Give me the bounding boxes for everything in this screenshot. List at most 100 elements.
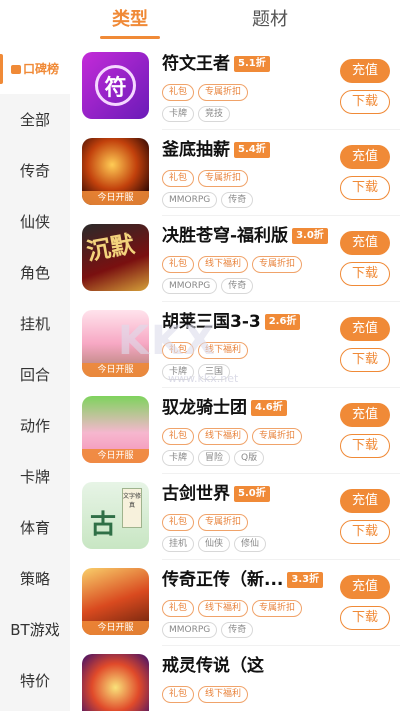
game-icon[interactable]: 文字修真 古 — [82, 482, 149, 549]
game-name: 釜底抽薪 — [162, 140, 230, 160]
category-tag: 仙侠 — [198, 536, 231, 552]
game-row[interactable]: 今日开服 传奇正传（新... 3.3折 礼包 线下福利 专属折扣 MMORPG 传奇 充… — [70, 560, 400, 646]
game-icon[interactable]: 今日开服 — [82, 568, 149, 635]
top-tab-bar: 类型 题材 — [0, 0, 400, 44]
benefit-tag: 礼包 — [162, 600, 195, 617]
watermark-url: www.kkx.net — [168, 372, 239, 385]
tab-theme[interactable]: 题材 — [252, 8, 288, 32]
download-button[interactable]: 下载 — [340, 520, 390, 544]
benefit-tag: 礼包 — [162, 428, 195, 445]
game-name-line: 戒灵传说（这 — [162, 655, 264, 677]
game-name: 戒灵传说（这 — [162, 656, 264, 676]
game-name-line: 符文王者 5.1折 — [162, 53, 270, 75]
charge-button[interactable]: 充值 — [340, 59, 390, 83]
category-tag: 竞技 — [198, 106, 231, 122]
benefit-tag: 线下福利 — [198, 428, 249, 445]
discount-badge: 2.6折 — [264, 314, 301, 330]
game-name: 古剑世界 — [162, 484, 230, 504]
charge-button[interactable]: 充值 — [340, 231, 390, 255]
game-icon[interactable]: 符 — [82, 52, 149, 119]
game-row[interactable]: 沉默 决胜苍穹-福利版 3.0折 礼包 线下福利 专属折扣 MMORPG 传奇 充值 下… — [70, 216, 400, 302]
benefit-tag: 专属折扣 — [252, 428, 303, 445]
category-tag: 冒险 — [198, 450, 231, 466]
sidebar-item-xianxia[interactable]: 仙侠 — [0, 197, 70, 247]
category-tag: 修仙 — [234, 536, 267, 552]
benefit-tag: 专属折扣 — [252, 600, 303, 617]
active-tab-indicator — [100, 36, 160, 39]
category-tag: MMORPG — [162, 192, 218, 208]
game-icon[interactable]: 沉默 — [82, 224, 149, 291]
discount-badge: 5.4折 — [234, 142, 270, 158]
game-row[interactable]: 戒灵传说（这 礼包 线下福利 — [70, 646, 400, 711]
benefit-tags: 礼包 线下福利 专属折扣 — [162, 595, 306, 617]
discount-badge: 4.6折 — [251, 400, 287, 416]
discount-badge: 3.3折 — [287, 572, 324, 588]
category-tag: 卡牌 — [162, 450, 195, 466]
sidebar-item-idle[interactable]: 挂机 — [0, 299, 70, 349]
benefit-tags: 礼包 专属折扣 — [162, 165, 252, 187]
download-button[interactable]: 下载 — [340, 262, 390, 286]
active-indicator — [0, 54, 3, 84]
category-tag: 卡牌 — [162, 106, 195, 122]
sidebar-item-strategy[interactable]: 策略 — [0, 554, 70, 604]
game-icon[interactable] — [82, 654, 149, 711]
benefit-tag: 礼包 — [162, 84, 195, 101]
download-button[interactable]: 下载 — [340, 90, 390, 114]
benefit-tag: 专属折扣 — [198, 514, 249, 531]
sidebar-item-label: 口碑榜 — [22, 62, 59, 76]
download-button[interactable]: 下载 — [340, 434, 390, 458]
sidebar-item-sports[interactable]: 体育 — [0, 503, 70, 553]
game-name: 符文王者 — [162, 54, 230, 74]
benefit-tag: 线下福利 — [198, 686, 249, 703]
category-tag: 传奇 — [221, 192, 254, 208]
game-name-line: 决胜苍穹-福利版 3.0折 — [162, 225, 328, 247]
category-tag: Q版 — [234, 450, 265, 466]
sidebar-item-special-price[interactable]: 特价 — [0, 656, 70, 706]
scroll-paper-icon: 文字修真 — [122, 488, 142, 528]
sidebar-item-turn-based[interactable]: 回合 — [0, 350, 70, 400]
game-name-line: 古剑世界 5.0折 — [162, 483, 270, 505]
tab-theme-label: 题材 — [252, 9, 288, 30]
game-row[interactable]: 文字修真 古 古剑世界 5.0折 礼包 专属折扣 挂机 仙侠 修仙 充值 下载 — [70, 474, 400, 560]
game-icon[interactable]: 今日开服 — [82, 138, 149, 205]
download-button[interactable]: 下载 — [340, 348, 390, 372]
category-tags: 挂机 仙侠 修仙 — [162, 531, 270, 552]
benefit-tags: 礼包 线下福利 — [162, 681, 252, 703]
benefit-tags: 礼包 专属折扣 — [162, 79, 252, 101]
category-tags: MMORPG 传奇 — [162, 617, 257, 638]
charge-button[interactable]: 充值 — [340, 145, 390, 169]
download-button[interactable]: 下载 — [340, 176, 390, 200]
game-row[interactable]: 今日开服 釜底抽薪 5.4折 礼包 专属折扣 MMORPG 传奇 充值 下载 — [70, 130, 400, 216]
sidebar-item-bt-games[interactable]: BT游戏 — [0, 605, 70, 655]
server-open-badge: 今日开服 — [82, 449, 149, 463]
sidebar-item-action[interactable]: 动作 — [0, 401, 70, 451]
calligraphy-icon: 古 — [90, 510, 117, 540]
category-tag: MMORPG — [162, 278, 218, 294]
tab-type[interactable]: 类型 — [100, 8, 160, 39]
benefit-tag: 礼包 — [162, 170, 195, 187]
benefit-tag: 专属折扣 — [198, 84, 249, 101]
server-open-badge: 今日开服 — [82, 191, 149, 205]
sidebar-item-all[interactable]: 全部 — [0, 95, 70, 145]
thumbs-up-icon — [10, 65, 21, 74]
game-row[interactable]: 符 符文王者 5.1折 礼包 专属折扣 卡牌 竞技 充值 下载 — [70, 44, 400, 130]
sidebar-item-legend[interactable]: 传奇 — [0, 146, 70, 196]
discount-badge: 3.0折 — [292, 228, 328, 244]
game-name-line: 驭龙骑士团 4.6折 — [162, 397, 287, 419]
category-tags: MMORPG 传奇 — [162, 187, 257, 208]
charge-button[interactable]: 充值 — [340, 489, 390, 513]
game-name: 决胜苍穹-福利版 — [162, 226, 289, 246]
charge-button[interactable]: 充值 — [340, 575, 390, 599]
category-tag: 传奇 — [221, 622, 254, 638]
category-tags: 卡牌 竞技 — [162, 101, 234, 122]
download-button[interactable]: 下载 — [340, 606, 390, 630]
sidebar-item-reputation[interactable]: 口碑榜 — [0, 44, 70, 94]
game-name-line: 釜底抽薪 5.4折 — [162, 139, 270, 161]
charge-button[interactable]: 充值 — [340, 403, 390, 427]
sidebar-item-role[interactable]: 角色 — [0, 248, 70, 298]
sidebar-item-card[interactable]: 卡牌 — [0, 452, 70, 502]
game-icon[interactable]: 今日开服 — [82, 396, 149, 463]
calligraphy-icon: 沉默 — [84, 230, 137, 266]
charge-button[interactable]: 充值 — [340, 317, 390, 341]
game-row[interactable]: 今日开服 驭龙骑士团 4.6折 礼包 线下福利 专属折扣 卡牌 冒险 Q版 充值 下载 — [70, 388, 400, 474]
